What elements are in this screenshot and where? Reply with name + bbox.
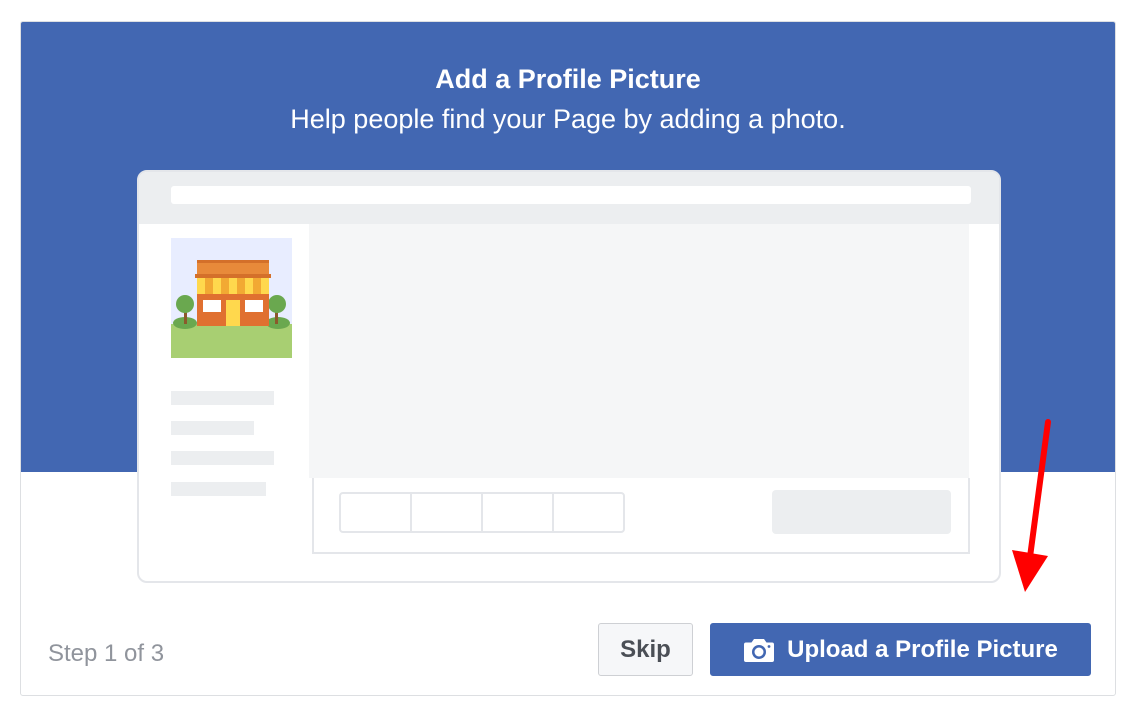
preview-browser-bar [139, 172, 999, 224]
camera-icon [744, 638, 775, 662]
preview-text-line [171, 482, 266, 496]
skip-button[interactable]: Skip [598, 623, 693, 676]
red-arrow-annotation [1012, 419, 1051, 592]
step-indicator: Step 1 of 3 [48, 640, 165, 667]
preview-action-button [772, 490, 951, 534]
page-preview-illustration [137, 170, 1001, 583]
dialog-subtitle: Help people find your Page by adding a p… [290, 104, 846, 134]
preview-tab-bar [339, 492, 625, 533]
preview-tab [483, 494, 554, 531]
preview-address-bar [171, 186, 971, 204]
preview-tab [341, 494, 412, 531]
preview-tab [554, 494, 623, 531]
preview-text-line [171, 451, 274, 465]
preview-cover-photo [309, 224, 969, 478]
upload-button-label: Upload a Profile Picture [787, 636, 1058, 663]
preview-text-line [171, 391, 274, 405]
storefront-illustration [171, 238, 292, 358]
upload-profile-picture-button[interactable]: Upload a Profile Picture [710, 623, 1091, 676]
preview-text-line [171, 421, 254, 435]
preview-tab [412, 494, 483, 531]
onboarding-dialog: Add a Profile Picture Help people find y… [20, 21, 1116, 696]
dialog-title: Add a Profile Picture [435, 64, 701, 94]
